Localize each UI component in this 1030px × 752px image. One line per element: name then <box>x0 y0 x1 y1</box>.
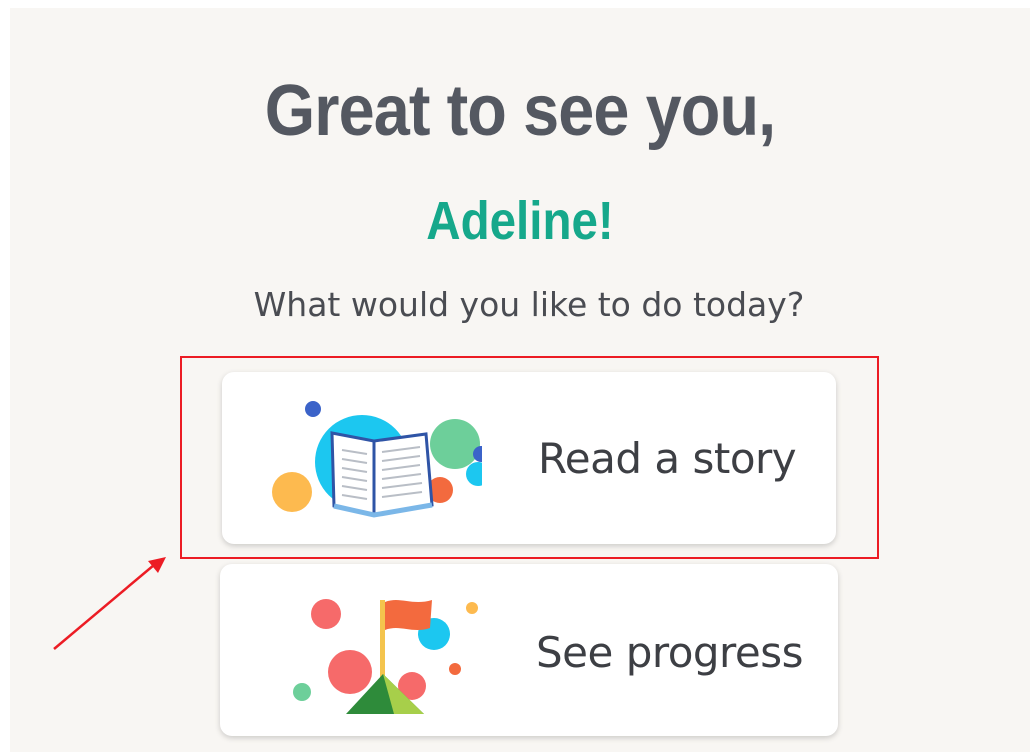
annotation-highlight-box <box>180 356 879 559</box>
prompt-text: What would you like to do today? <box>253 285 805 324</box>
see-progress-button[interactable]: See progress <box>220 564 838 736</box>
flag-icon <box>293 599 478 714</box>
see-progress-label: See progress <box>536 628 804 677</box>
greeting-heading: Great to see you, <box>264 71 776 151</box>
annotation-arrow-icon <box>53 557 166 650</box>
user-name: Adeline! <box>426 191 614 251</box>
